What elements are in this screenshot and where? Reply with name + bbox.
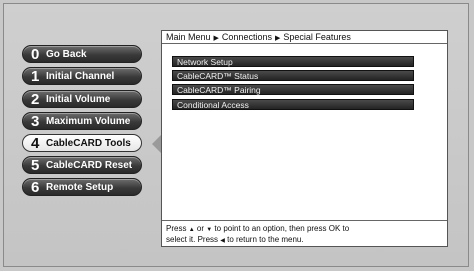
menu-item-number: 4 [31,134,40,152]
menu-item-number: 6 [31,178,40,196]
menu-item-remote-setup[interactable]: 6 Remote Setup [22,178,142,196]
left-arrow-icon: ◀ [220,238,225,244]
option-cablecard-status[interactable]: CableCARD™ Status [172,70,414,81]
help-text-part: to return to the menu. [227,235,304,244]
help-text-part: select it. Press [166,235,219,244]
menu-item-label: Initial Channel [46,70,115,82]
up-arrow-icon: ▲ [188,227,195,233]
menu-item-label: CableCARD Tools [46,137,131,149]
option-conditional-access[interactable]: Conditional Access [172,99,414,110]
breadcrumb-item: Connections [221,32,272,42]
help-line-2: select it. Press ◀ to return to the menu… [166,235,443,246]
help-text-part: Press [166,224,187,233]
menu-item-initial-volume[interactable]: 2 Initial Volume [22,90,142,108]
triangle-right-icon: ▶ [274,35,281,42]
menu-item-number: 5 [31,156,40,174]
menu-item-label: Remote Setup [46,181,114,193]
help-text-part: or [196,224,204,233]
help-text-part: to point to an option, then press OK to [214,224,350,233]
menu-item-initial-channel[interactable]: 1 Initial Channel [22,67,142,85]
breadcrumb-item: Main Menu [166,32,211,42]
triangle-right-icon: ▶ [213,35,219,42]
menu-item-label: CableCARD Reset [46,159,133,171]
menu-item-number: 0 [31,45,40,63]
menu-item-go-back[interactable]: 0 Go Back [22,45,142,63]
menu-item-number: 2 [31,90,40,108]
menu-item-number: 1 [31,67,40,85]
help-text: Press ▲ or ▼ to point to an option, then… [162,220,447,246]
submenu-panel: Main Menu ▶ Connections ▶ Special Features N… [161,30,448,247]
down-arrow-icon: ▼ [206,227,213,233]
menu-item-cablecard-tools[interactable]: 4 CableCARD Tools [22,134,142,152]
menu-item-number: 3 [31,112,40,130]
menu-item-label: Initial Volume [46,93,111,105]
menu-item-label: Go Back [46,48,87,60]
breadcrumb: Main Menu ▶ Connections ▶ Special Features [162,31,447,44]
option-cablecard-pairing[interactable]: CableCARD™ Pairing [172,84,414,95]
option-network-setup[interactable]: Network Setup [172,56,414,67]
menu-item-label: Maximum Volume [46,115,131,127]
menu-item-maximum-volume[interactable]: 3 Maximum Volume [22,112,142,130]
help-line-1: Press ▲ or ▼ to point to an option, then… [166,224,443,235]
breadcrumb-item: Special Features [283,32,351,42]
menu-item-cablecard-reset[interactable]: 5 CableCARD Reset [22,156,142,174]
